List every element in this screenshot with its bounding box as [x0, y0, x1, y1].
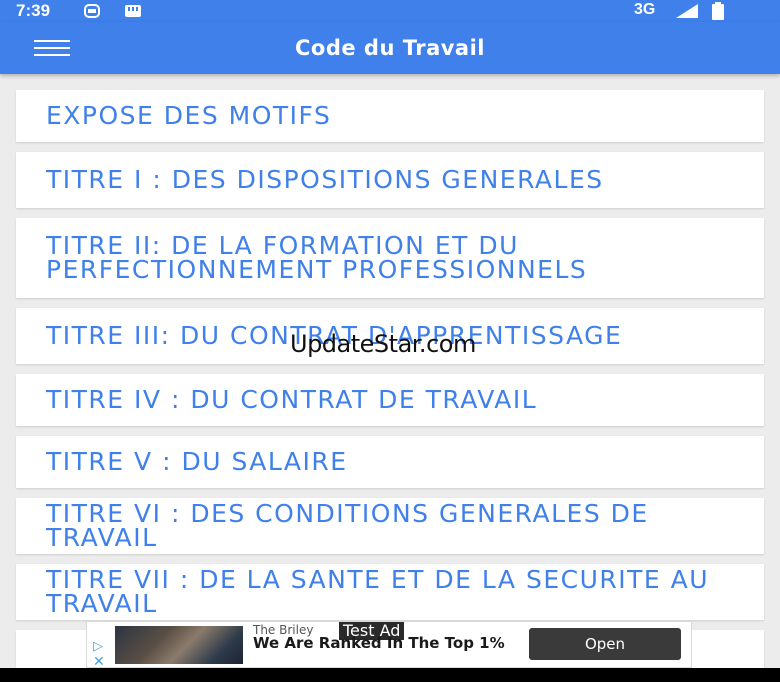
chapter-label: TITRE I : DES DISPOSITIONS GENERALES: [46, 165, 604, 194]
ad-image: [115, 626, 243, 664]
ad-info-icon[interactable]: ▷: [93, 639, 103, 654]
status-bar: 7:39 3G: [0, 0, 780, 22]
chapter-item[interactable]: TITRE I : DES DISPOSITIONS GENERALES: [16, 152, 764, 208]
chapter-label: TITRE II: DE LA FORMATION ET DU PERFECTI…: [46, 231, 588, 284]
chapter-item[interactable]: TITRE VI : DES CONDITIONS GENERALES DE T…: [16, 498, 764, 554]
network-type: 3G: [634, 1, 656, 18]
chapter-item[interactable]: TITRE II: DE LA FORMATION ET DU PERFECTI…: [16, 218, 764, 298]
chapter-item[interactable]: TITRE IV : DU CONTRAT DE TRAVAIL: [16, 374, 764, 426]
ad-banner[interactable]: ▷ ✕ The Briley Test Ad We Are Ranked In …: [86, 621, 692, 670]
app-title: Code du Travail: [294, 36, 486, 60]
chapter-label: TITRE VI : DES CONDITIONS GENERALES DE T…: [46, 499, 649, 552]
chapter-item[interactable]: TITRE V : DU SALAIRE: [16, 436, 764, 488]
signal-icon: [676, 4, 698, 18]
system-nav-bar: [0, 668, 780, 682]
battery-icon: [712, 2, 724, 20]
chapter-label: TITRE VII : DE LA SANTE ET DE LA SECURIT…: [46, 565, 710, 618]
ad-open-button[interactable]: Open: [529, 628, 681, 660]
notification-icon: [125, 5, 141, 17]
sim-icon: [84, 4, 100, 18]
chapter-label: TITRE IV : DU CONTRAT DE TRAVAIL: [46, 385, 538, 414]
status-time: 7:39: [16, 1, 51, 20]
app-bar: Code du Travail: [0, 22, 780, 74]
chapter-item[interactable]: EXPOSE DES MOTIFS: [16, 90, 764, 142]
ad-headline: We Are Ranked In The Top 1%: [253, 634, 505, 652]
watermark: UpdateStar.com: [290, 330, 476, 358]
chapter-label: EXPOSE DES MOTIFS: [46, 101, 332, 130]
chapter-item[interactable]: TITRE VII : DE LA SANTE ET DE LA SECURIT…: [16, 564, 764, 620]
chapter-label: TITRE V : DU SALAIRE: [46, 447, 348, 476]
